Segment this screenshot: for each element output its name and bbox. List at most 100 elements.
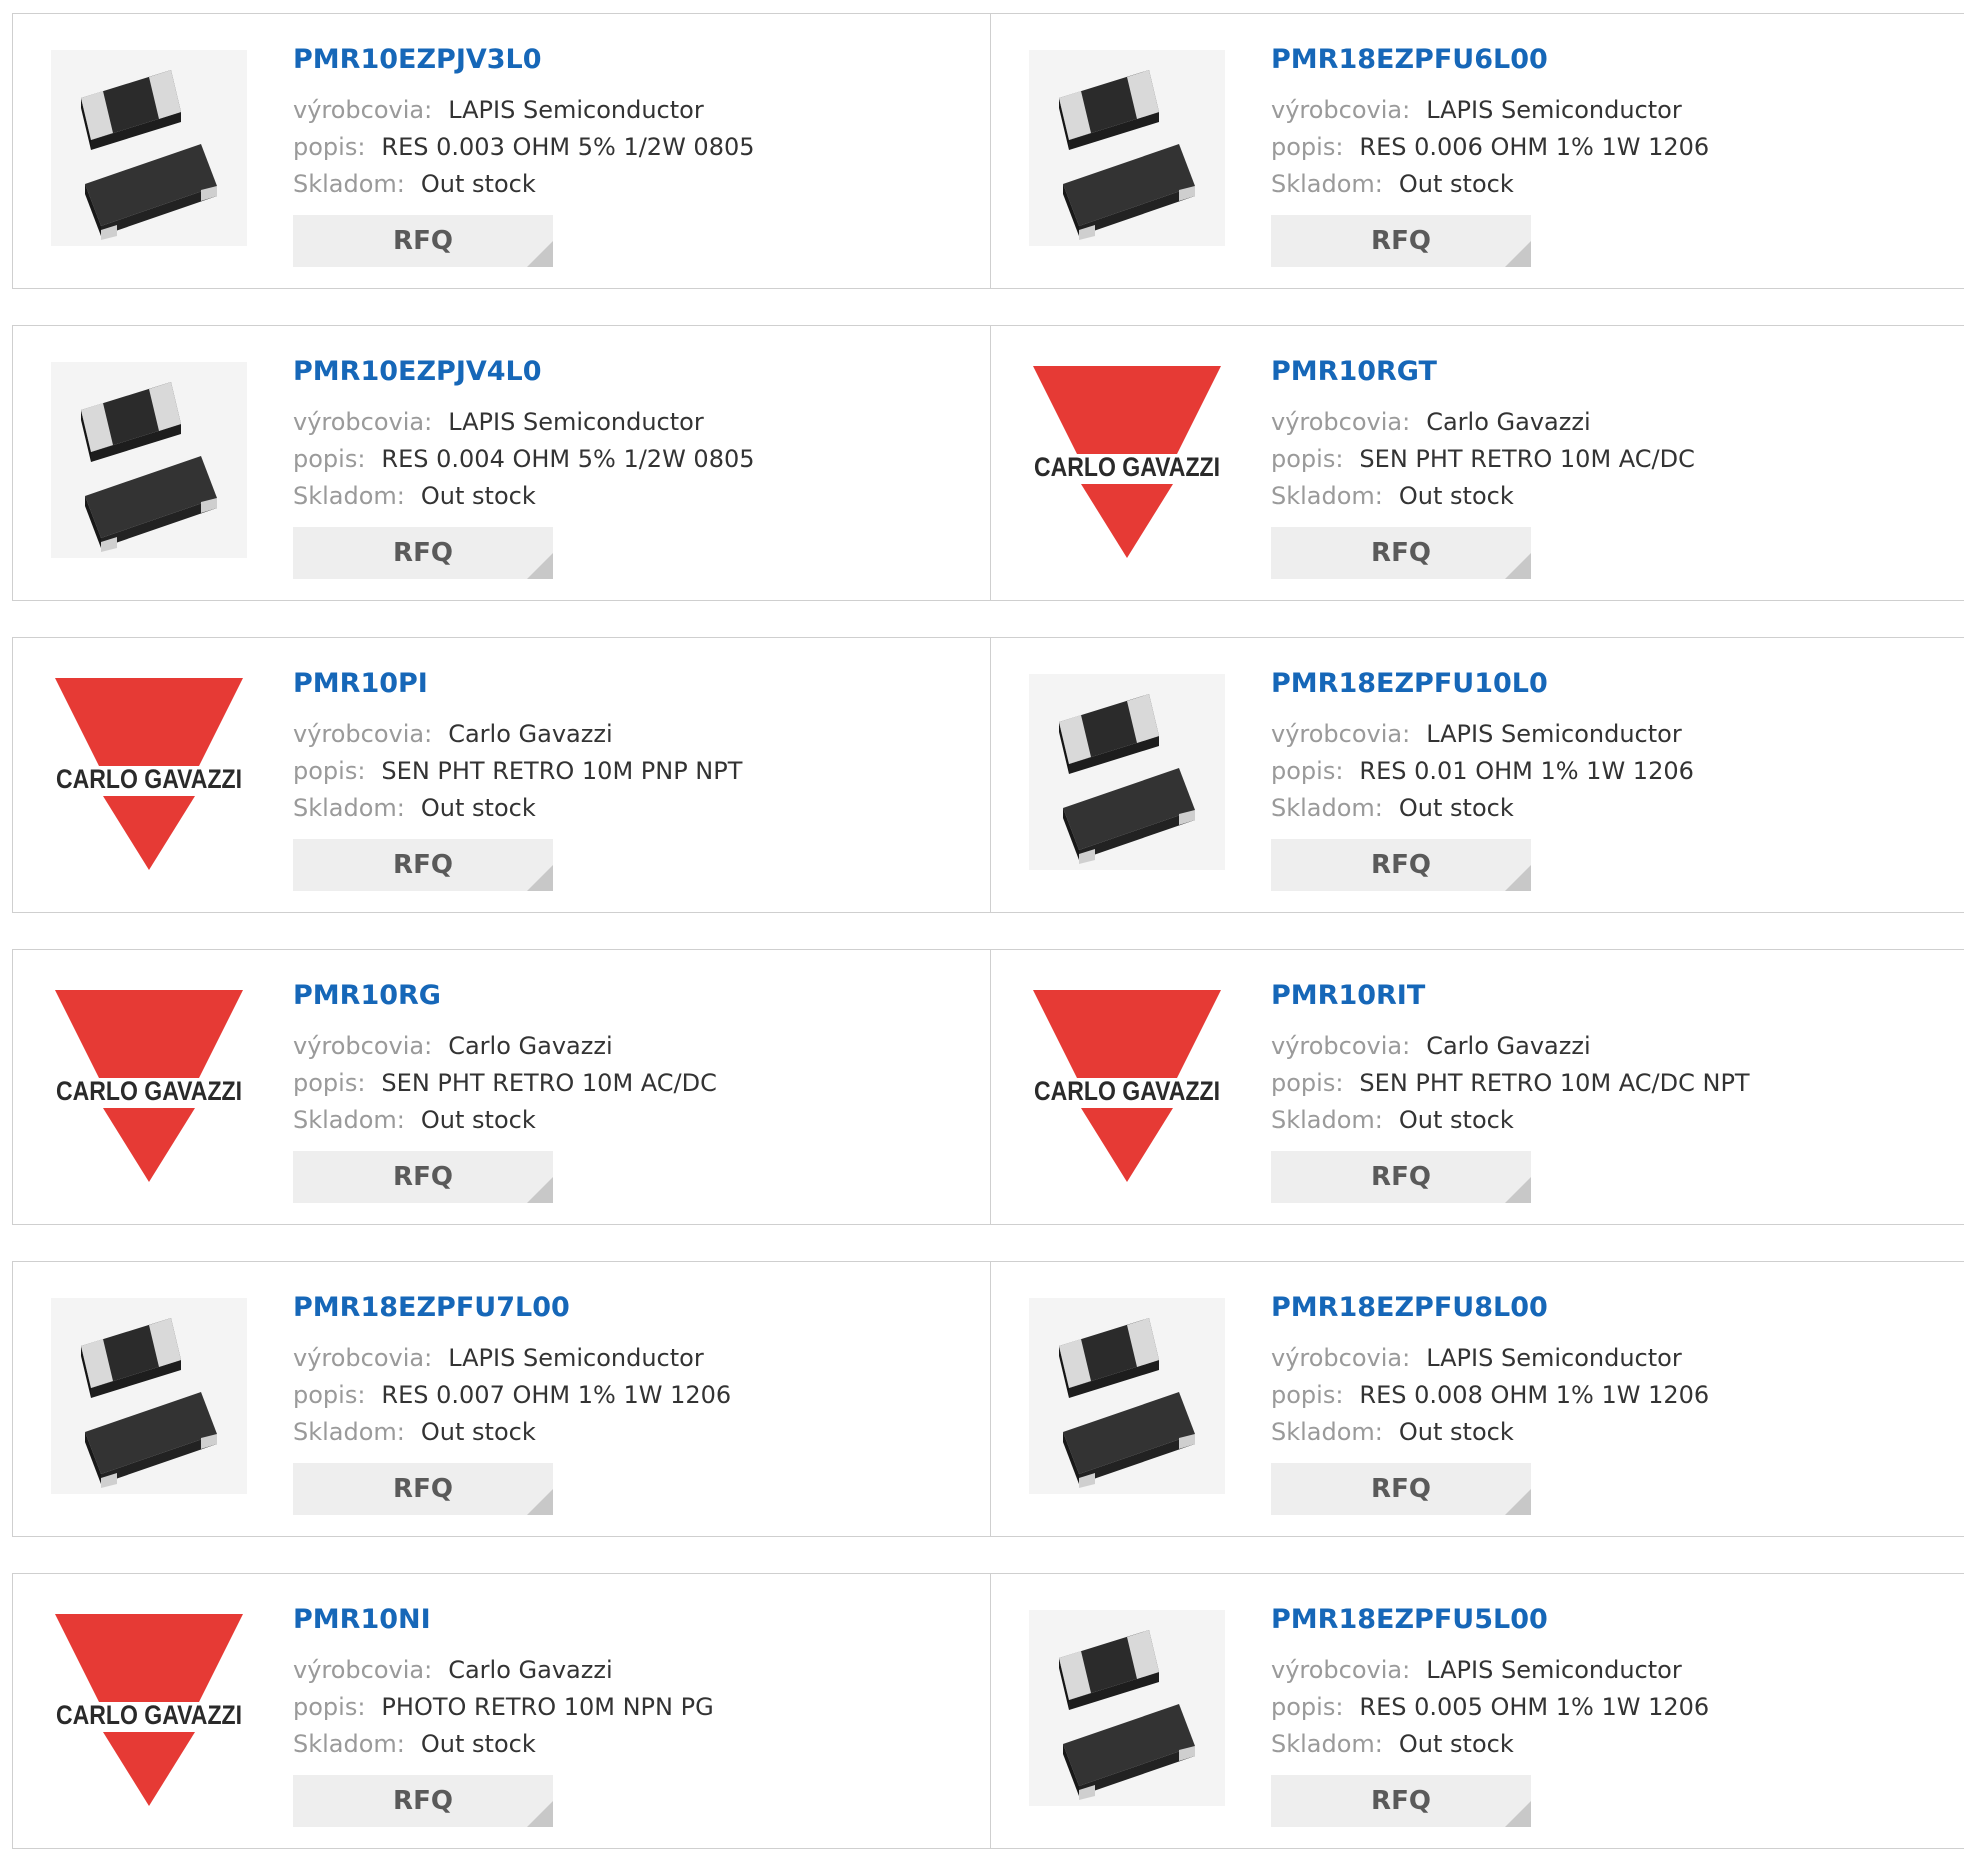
manufacturer-row: výrobcovia: LAPIS Semiconductor (293, 408, 704, 436)
manufacturer-label: výrobcovia: (1271, 1344, 1411, 1372)
carlo-gavazzi-logo[interactable]: CARLO GAVAZZI (51, 674, 247, 870)
part-number-link[interactable]: PMR18EZPFU7L00 (293, 1292, 570, 1323)
stock-label: Skladom: (1271, 794, 1383, 822)
rfq-button[interactable]: RFQ (293, 527, 553, 579)
stock-label: Skladom: (1271, 1418, 1383, 1446)
stock-label: Skladom: (293, 794, 405, 822)
smd-resistor-image[interactable] (1029, 50, 1225, 246)
manufacturer-row: výrobcovia: LAPIS Semiconductor (293, 1344, 704, 1372)
smd-resistor-image[interactable] (51, 1298, 247, 1494)
stock-row: Skladom: Out stock (1271, 1418, 1514, 1446)
stock-value: Out stock (420, 482, 536, 510)
corner-triangle-icon (1505, 241, 1531, 267)
part-number-link[interactable]: PMR18EZPFU10L0 (1271, 668, 1548, 699)
smd-resistor-image[interactable] (1029, 1298, 1225, 1494)
rfq-label: RFQ (1371, 1786, 1431, 1816)
description-label: popis: (1271, 757, 1344, 785)
description-row: popis: SEN PHT RETRO 10M AC/DC NPT (1271, 1069, 1750, 1097)
description-value: PHOTO RETRO 10M NPN PG (381, 1693, 714, 1721)
part-number-link[interactable]: PMR10EZPJV4L0 (293, 356, 542, 387)
stock-row: Skladom: Out stock (1271, 170, 1514, 198)
stock-label: Skladom: (293, 1106, 405, 1134)
rfq-label: RFQ (1371, 1162, 1431, 1192)
corner-triangle-icon (527, 1177, 553, 1203)
part-number-link[interactable]: PMR10NI (293, 1604, 431, 1635)
stock-row: Skladom: Out stock (293, 1730, 536, 1758)
carlo-gavazzi-logo[interactable]: CARLO GAVAZZI (1029, 986, 1225, 1182)
stock-value: Out stock (420, 1418, 536, 1446)
manufacturer-label: výrobcovia: (1271, 408, 1411, 436)
stock-value: Out stock (420, 794, 536, 822)
part-number-link[interactable]: PMR10RIT (1271, 980, 1425, 1011)
smd-resistor-image[interactable] (1029, 1610, 1225, 1806)
description-row: popis: RES 0.007 OHM 1% 1W 1206 (293, 1381, 731, 1409)
rfq-label: RFQ (1371, 226, 1431, 256)
stock-value: Out stock (420, 1730, 536, 1758)
smd-resistor-image[interactable] (51, 362, 247, 558)
stock-label: Skladom: (293, 482, 405, 510)
manufacturer-value: LAPIS Semiconductor (448, 408, 704, 436)
part-number-link[interactable]: PMR18EZPFU6L00 (1271, 44, 1548, 75)
rfq-label: RFQ (1371, 850, 1431, 880)
product-card-pmr10ezpjv3l0: PMR10EZPJV3L0 výrobcovia: LAPIS Semiconduc… (12, 13, 991, 289)
manufacturer-label: výrobcovia: (1271, 720, 1411, 748)
manufacturer-label: výrobcovia: (293, 96, 433, 124)
manufacturer-row: výrobcovia: Carlo Gavazzi (293, 1656, 613, 1684)
carlo-gavazzi-logo[interactable]: CARLO GAVAZZI (1029, 362, 1225, 558)
description-row: popis: SEN PHT RETRO 10M AC/DC (293, 1069, 717, 1097)
corner-triangle-icon (1505, 1489, 1531, 1515)
rfq-label: RFQ (393, 850, 453, 880)
rfq-label: RFQ (393, 1786, 453, 1816)
rfq-button[interactable]: RFQ (293, 1151, 553, 1203)
product-card-pmr18ezpfu10l0: PMR18EZPFU10L0 výrobcovia: LAPIS Semicondu… (990, 637, 1964, 913)
stock-value: Out stock (1398, 794, 1514, 822)
rfq-button[interactable]: RFQ (1271, 1775, 1531, 1827)
manufacturer-value: LAPIS Semiconductor (1426, 720, 1682, 748)
description-value: SEN PHT RETRO 10M AC/DC NPT (1359, 1069, 1750, 1097)
corner-triangle-icon (1505, 553, 1531, 579)
part-number-link[interactable]: PMR10RGT (1271, 356, 1437, 387)
stock-row: Skladom: Out stock (293, 482, 536, 510)
stock-row: Skladom: Out stock (293, 1418, 536, 1446)
description-label: popis: (293, 1693, 366, 1721)
description-row: popis: RES 0.004 OHM 5% 1/2W 0805 (293, 445, 755, 473)
product-card-pmr18ezpfu8l00: PMR18EZPFU8L00 výrobcovia: LAPIS Semicondu… (990, 1261, 1964, 1537)
rfq-button[interactable]: RFQ (1271, 1151, 1531, 1203)
smd-resistor-image[interactable] (51, 50, 247, 246)
product-card-pmr10pi: CARLO GAVAZZI PMR10PI výrobcovia: Carlo Gav… (12, 637, 991, 913)
part-number-link[interactable]: PMR10RG (293, 980, 441, 1011)
manufacturer-row: výrobcovia: LAPIS Semiconductor (1271, 96, 1682, 124)
part-number-link[interactable]: PMR10PI (293, 668, 428, 699)
product-card-pmr10rit: CARLO GAVAZZI PMR10RIT výrobcovia: Carlo Ga… (990, 949, 1964, 1225)
carlo-gavazzi-logo[interactable]: CARLO GAVAZZI (51, 1610, 247, 1806)
rfq-button[interactable]: RFQ (1271, 215, 1531, 267)
stock-label: Skladom: (1271, 170, 1383, 198)
stock-row: Skladom: Out stock (1271, 794, 1514, 822)
carlo-gavazzi-logo[interactable]: CARLO GAVAZZI (51, 986, 247, 1182)
rfq-label: RFQ (393, 538, 453, 568)
rfq-button[interactable]: RFQ (293, 1775, 553, 1827)
smd-resistor-image[interactable] (1029, 674, 1225, 870)
rfq-button[interactable]: RFQ (1271, 527, 1531, 579)
rfq-button[interactable]: RFQ (293, 1463, 553, 1515)
rfq-button[interactable]: RFQ (1271, 839, 1531, 891)
stock-label: Skladom: (1271, 1106, 1383, 1134)
stock-label: Skladom: (293, 170, 405, 198)
description-label: popis: (1271, 1069, 1344, 1097)
manufacturer-row: výrobcovia: Carlo Gavazzi (1271, 408, 1591, 436)
part-number-link[interactable]: PMR10EZPJV3L0 (293, 44, 542, 75)
description-value: SEN PHT RETRO 10M AC/DC (381, 1069, 717, 1097)
description-value: RES 0.006 OHM 1% 1W 1206 (1359, 133, 1710, 161)
part-number-link[interactable]: PMR18EZPFU5L00 (1271, 1604, 1548, 1635)
description-value: SEN PHT RETRO 10M AC/DC (1359, 445, 1695, 473)
description-row: popis: RES 0.003 OHM 5% 1/2W 0805 (293, 133, 755, 161)
manufacturer-label: výrobcovia: (1271, 96, 1411, 124)
part-number-link[interactable]: PMR18EZPFU8L00 (1271, 1292, 1548, 1323)
rfq-button[interactable]: RFQ (1271, 1463, 1531, 1515)
rfq-label: RFQ (1371, 1474, 1431, 1504)
description-value: RES 0.003 OHM 5% 1/2W 0805 (381, 133, 755, 161)
description-row: popis: SEN PHT RETRO 10M AC/DC (1271, 445, 1695, 473)
rfq-button[interactable]: RFQ (293, 215, 553, 267)
rfq-button[interactable]: RFQ (293, 839, 553, 891)
product-card-pmr18ezpfu7l00: PMR18EZPFU7L00 výrobcovia: LAPIS Semicondu… (12, 1261, 991, 1537)
